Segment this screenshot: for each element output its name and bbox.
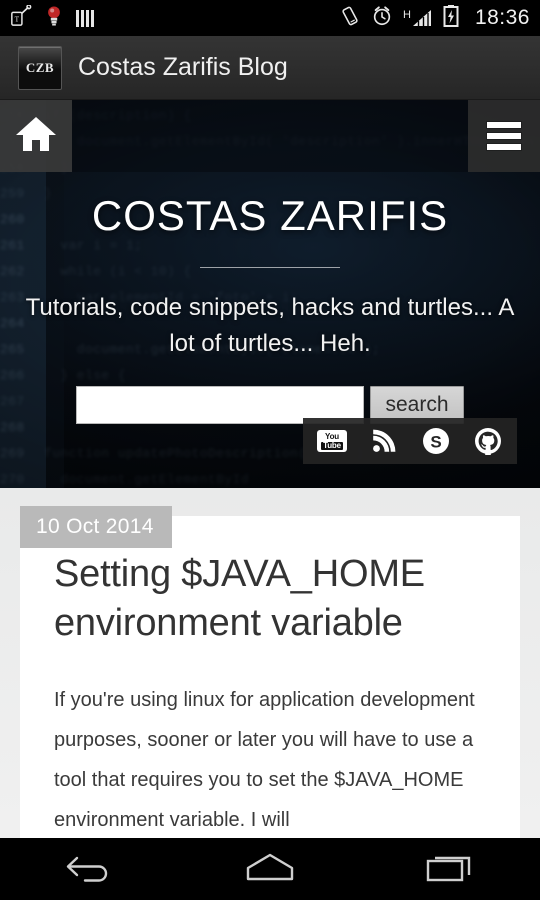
post-excerpt: If you're using linux for application de… [54, 689, 475, 831]
lightbulb-notification-icon [44, 5, 64, 32]
svg-text:S: S [430, 433, 441, 452]
youtube-top-label: You [325, 431, 339, 441]
site-header: 256if (description) {257 document.getEle… [0, 100, 540, 488]
youtube-icon[interactable]: You Tube [317, 426, 347, 456]
svg-text:T: T [15, 14, 20, 23]
status-clock: 18:36 [474, 6, 530, 29]
hero-content: COSTAS ZARIFIS Tutorials, code snippets,… [0, 172, 540, 424]
site-menu-button[interactable] [468, 100, 540, 172]
youtube-badge: You Tube [317, 430, 347, 452]
app-title-bar: CZB Costas Zarifis Blog [0, 36, 540, 100]
page-content-area: 10 Oct 2014 Setting $JAVA_HOME environme… [0, 488, 540, 838]
social-links-bar: You Tube S [303, 418, 517, 464]
github-icon[interactable] [473, 426, 503, 456]
recent-apps-icon [423, 850, 477, 889]
skype-icon[interactable]: S [421, 426, 451, 456]
vibrate-mode-icon [339, 5, 361, 32]
site-title: COSTAS ZARIFIS [91, 192, 449, 239]
home-icon [14, 114, 58, 159]
status-notification-icons: T [10, 3, 94, 32]
hamburger-menu-icon [487, 117, 521, 155]
rss-icon[interactable] [369, 426, 399, 456]
phone-screen: T H 18:36 CZB Costas Zarifis Blog COSTAS… [0, 0, 540, 900]
home-icon [242, 850, 298, 889]
alarm-clock-icon [371, 5, 393, 32]
android-navigation-bar [0, 838, 540, 900]
title-divider [200, 267, 340, 268]
site-home-button[interactable] [0, 100, 72, 172]
site-tagline: Tutorials, code snippets, hacks and turt… [25, 294, 515, 357]
signal-bars-icon [76, 9, 94, 27]
post-title[interactable]: Setting $JAVA_HOME environment variable [54, 550, 494, 648]
nav-back-button[interactable] [30, 838, 150, 900]
battery-charging-icon [443, 4, 459, 33]
nav-home-button[interactable] [210, 838, 330, 900]
site-nav-spacer [72, 100, 468, 172]
post-date-badge: 10 Oct 2014 [20, 506, 172, 548]
tmobile-key-icon: T [10, 3, 32, 32]
status-system-icons: H 18:36 [339, 4, 530, 33]
network-type-label: H [402, 9, 411, 21]
hspa-signal-icon: H [403, 8, 433, 28]
app-title: Costas Zarifis Blog [78, 53, 288, 81]
back-icon [63, 850, 117, 889]
youtube-bottom-label: Tube [321, 440, 343, 450]
android-status-bar: T H 18:36 [0, 0, 540, 36]
app-icon: CZB [18, 45, 62, 90]
nav-recents-button[interactable] [390, 838, 510, 900]
site-nav-bar [0, 100, 540, 172]
